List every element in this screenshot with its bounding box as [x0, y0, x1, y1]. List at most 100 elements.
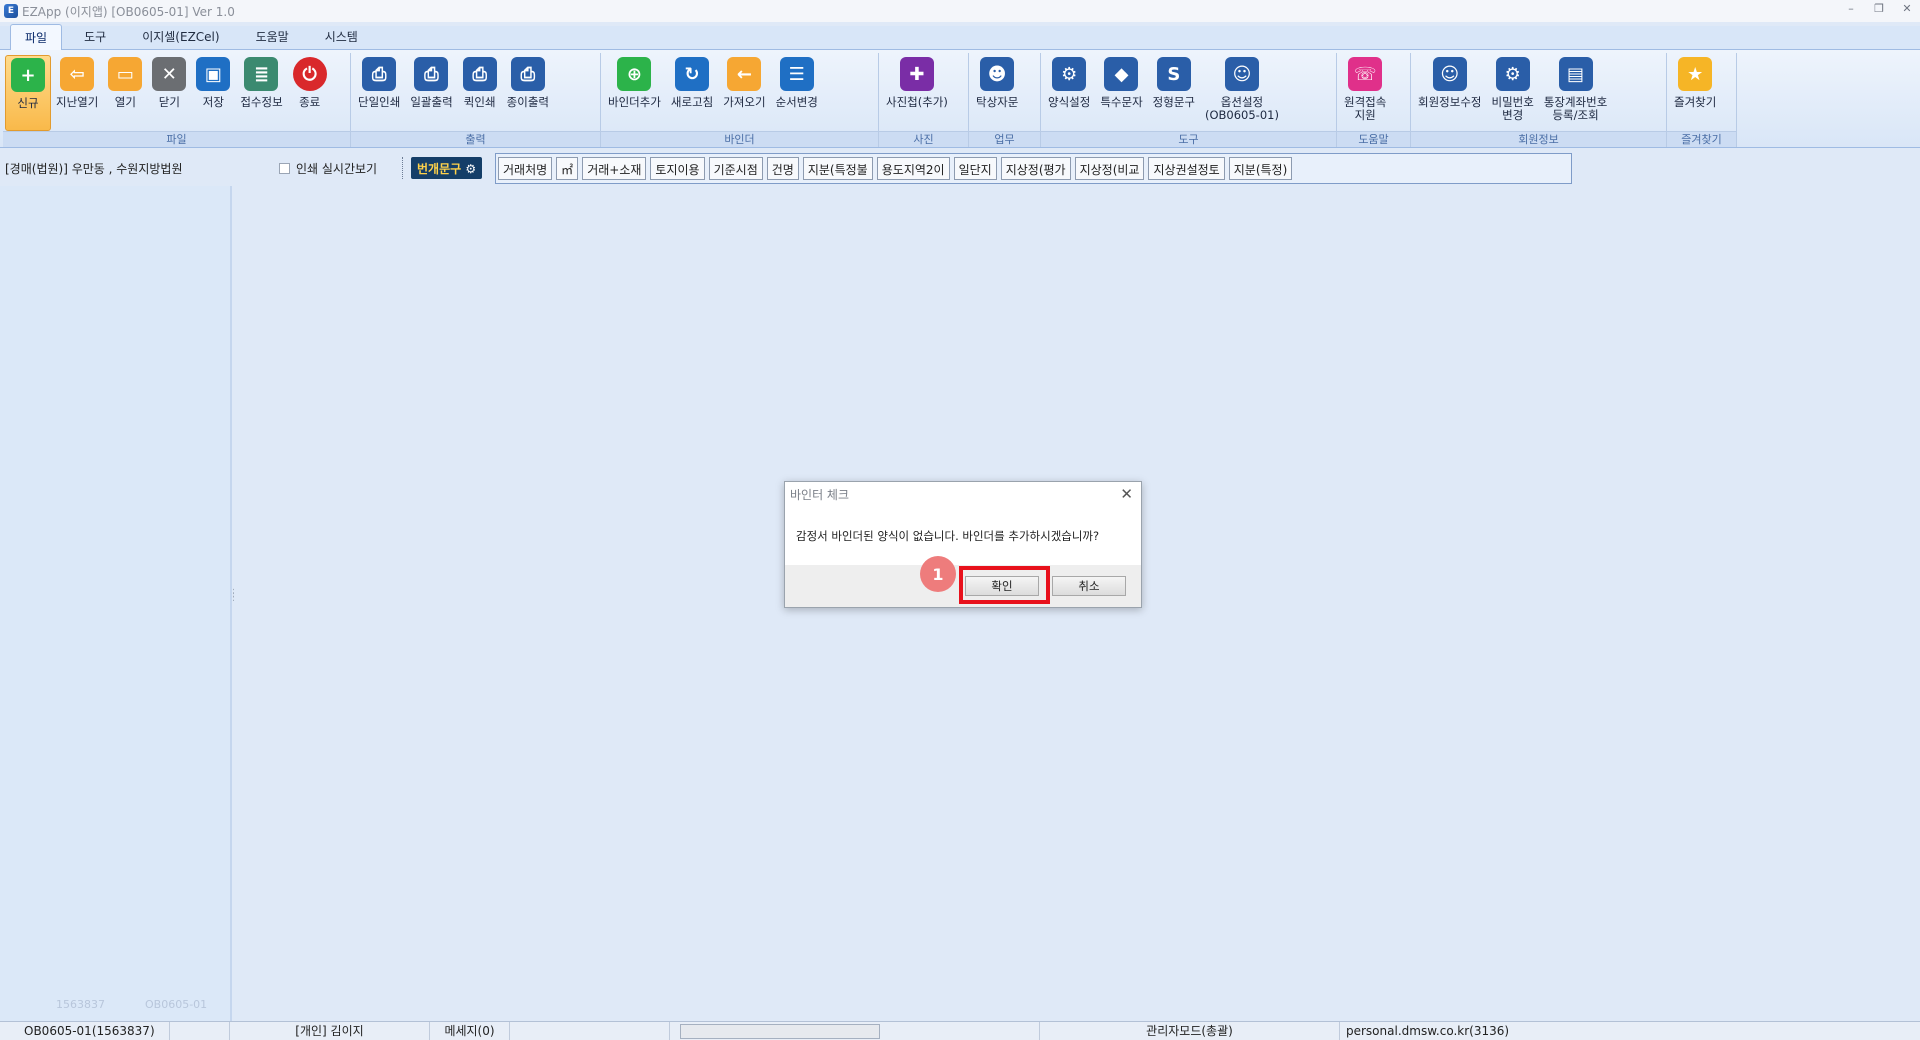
checkbox[interactable]	[279, 163, 290, 174]
headset-icon: ☏	[1348, 57, 1383, 91]
status-site: personal.dmsw.co.kr(3136)	[1346, 1023, 1510, 1038]
window-title: EZApp (이지앱) [OB0605-01] Ver 1.0	[22, 4, 235, 19]
reorder-button[interactable]: ☰ 순서변경	[771, 55, 823, 131]
menu-bar: 파일 도구 이지셀(EZCel) 도움말 시스템	[0, 24, 1920, 50]
recent-open-button[interactable]: ⇦ 지난열기	[51, 55, 103, 131]
sidebar-panel	[0, 186, 232, 1021]
status-user: [개인] 김이지	[230, 1021, 430, 1040]
paper-print-button[interactable]: ⎙ 종이출력	[502, 55, 554, 131]
close-button[interactable]: ✕ 닫기	[147, 55, 191, 131]
ribbon-group-label: 업무	[969, 131, 1040, 147]
ribbon-group-work: ☻ 탁상자문 업무	[969, 53, 1041, 147]
ribbon-group-label: 파일	[3, 131, 350, 147]
special-chars-button[interactable]: ◆ 특수문자	[1095, 55, 1147, 131]
phrase-item[interactable]: ㎡	[556, 157, 579, 180]
save-button[interactable]: ▣ 저장	[191, 55, 235, 131]
ribbon-group-label: 바인더	[601, 131, 878, 147]
minimize-icon[interactable]: –	[1844, 2, 1858, 15]
single-print-button[interactable]: ⎙ 단일인쇄	[353, 55, 405, 131]
ribbon-group-label: 회원정보	[1411, 131, 1666, 147]
separator	[402, 157, 403, 179]
step-badge: 1	[920, 556, 956, 592]
sidebar-footer: 1563837 OB0605-01	[56, 998, 207, 1011]
close-x-icon: ✕	[152, 57, 187, 91]
status-empty-3	[890, 1021, 1040, 1040]
remote-support-button[interactable]: ☏ 원격접속 지원	[1339, 55, 1391, 131]
cancel-button[interactable]: 취소	[1052, 576, 1126, 596]
form-settings-button[interactable]: ⚙ 양식설정	[1043, 55, 1095, 131]
printer-all-icon: ⎙	[414, 57, 449, 91]
bank-account-button[interactable]: ▤ 통장계좌번호 등록/조회	[1539, 55, 1612, 131]
phrase-s-icon: S	[1156, 57, 1191, 91]
phrase-item[interactable]: 지상권설정토	[1148, 157, 1225, 180]
maximize-icon[interactable]: ❐	[1872, 2, 1886, 15]
phrase-item[interactable]: 지분(특정불	[802, 157, 873, 180]
phrase-item[interactable]: 기준시점	[708, 157, 763, 180]
tab-ezcel[interactable]: 이지셀(EZCel)	[128, 24, 233, 49]
batch-print-button[interactable]: ⎙ 일괄출력	[405, 55, 457, 131]
plus-icon: +	[11, 58, 45, 92]
member-edit-icon: ☺	[1432, 57, 1467, 91]
title-bar: E EZApp (이지앱) [OB0605-01] Ver 1.0 – ❐ ✕	[0, 0, 1920, 22]
phrase-item[interactable]: 일단지	[953, 157, 997, 180]
tab-system[interactable]: 시스템	[311, 24, 372, 49]
ok-button-highlight	[959, 566, 1050, 604]
progress-bar	[680, 1023, 880, 1039]
ribbon: + 신규 ⇦ 지난열기 ▭ 열기 ✕ 닫기 ▣ 저장 ≣ 접수정보 ⏻ 종료 파…	[0, 50, 1920, 148]
gear-icon: ⚙	[465, 162, 477, 176]
ribbon-group-member: ☺ 회원정보수정 ⚙ 비밀번호 변경 ▤ 통장계좌번호 등록/조회 회원정보	[1411, 53, 1667, 147]
new-button[interactable]: + 신규	[5, 55, 51, 131]
quick-printer-icon: ⎙	[462, 57, 497, 91]
tab-help[interactable]: 도움말	[242, 24, 303, 49]
import-button[interactable]: ← 가져오기	[718, 55, 770, 131]
add-binder-button[interactable]: ⊕ 바인더추가	[603, 55, 666, 131]
phrase-item[interactable]: 지상정(비교	[1074, 157, 1145, 180]
add-photo-album-button[interactable]: ✚ 사진첩(추가)	[881, 55, 953, 131]
phrase-item[interactable]: 토지이용	[650, 157, 705, 180]
phrase-item[interactable]: 거래+소재	[582, 157, 647, 180]
open-button[interactable]: ▭ 열기	[103, 55, 147, 131]
star-icon: ★	[1678, 57, 1713, 91]
printer-icon: ⎙	[362, 57, 397, 91]
change-password-button[interactable]: ⚙ 비밀번호 변경	[1486, 55, 1538, 131]
reorder-lines-icon: ☰	[779, 57, 814, 91]
edit-member-info-button[interactable]: ☺ 회원정보수정	[1413, 55, 1486, 131]
close-window-icon[interactable]: ✕	[1900, 2, 1914, 15]
add-document-icon: ⊕	[617, 57, 652, 91]
status-messages[interactable]: 메세지(0)	[430, 1021, 510, 1040]
phrase-item[interactable]: 지상정(평가	[1000, 157, 1071, 180]
ribbon-group-favorites: ★ 즐겨찾기 즐겨찾기	[1667, 53, 1737, 147]
phrase-item[interactable]: 거래처명	[498, 157, 553, 180]
option-settings-button[interactable]: ☺ 옵션설정 (OB0605-01)	[1200, 55, 1284, 131]
refresh-icon: ↻	[675, 57, 710, 91]
phrase-item[interactable]: 건명	[766, 157, 799, 180]
desk-consult-button[interactable]: ☻ 탁상자문	[971, 55, 1023, 131]
phrase-list: 거래처명 ㎡ 거래+소재 토지이용 기준시점 건명 지분(특정불 용도지역2이 …	[495, 153, 1572, 184]
ribbon-group-label: 도움말	[1337, 131, 1410, 147]
status-empty	[170, 1021, 230, 1040]
special-char-icon: ◆	[1104, 57, 1139, 91]
quick-print-button[interactable]: ⎙ 퀵인쇄	[458, 55, 502, 131]
receipt-info-button[interactable]: ≣ 접수정보	[235, 55, 287, 131]
dialog-title: 바인터 체크	[790, 488, 850, 502]
standard-phrases-button[interactable]: S 정형문구	[1148, 55, 1200, 131]
ribbon-group-print: ⎙ 단일인쇄 ⎙ 일괄출력 ⎙ 퀵인쇄 ⎙ 종이출력 출력	[351, 53, 601, 147]
ribbon-group-label: 출력	[351, 131, 600, 147]
tab-file[interactable]: 파일	[10, 24, 63, 50]
exit-button[interactable]: ⏻ 종료	[288, 55, 332, 131]
phrase-item[interactable]: 지분(특정)	[1228, 157, 1293, 180]
tab-tools[interactable]: 도구	[70, 24, 120, 49]
phrase-toolbar: [경매(법원)] 우만동 , 수원지방법원 인쇄 실시간보기 번개문구 ⚙ 거래…	[0, 151, 1920, 185]
bank-card-icon: ▤	[1558, 57, 1593, 91]
print-preview-toggle[interactable]: 인쇄 실시간보기	[279, 160, 377, 177]
ribbon-group-label: 도구	[1041, 131, 1336, 147]
refresh-button[interactable]: ↻ 새로고침	[666, 55, 718, 131]
close-icon[interactable]: ✕	[1120, 485, 1133, 503]
favorites-button[interactable]: ★ 즐겨찾기	[1669, 55, 1721, 131]
user-gear-icon: ☺	[1224, 57, 1259, 91]
sidebar-footer-number: 1563837	[56, 998, 105, 1011]
folder-history-icon: ⇦	[60, 57, 95, 91]
folder-icon: ▭	[108, 57, 143, 91]
quick-phrase-button[interactable]: 번개문구 ⚙	[411, 157, 483, 179]
phrase-item[interactable]: 용도지역2이	[876, 157, 950, 180]
